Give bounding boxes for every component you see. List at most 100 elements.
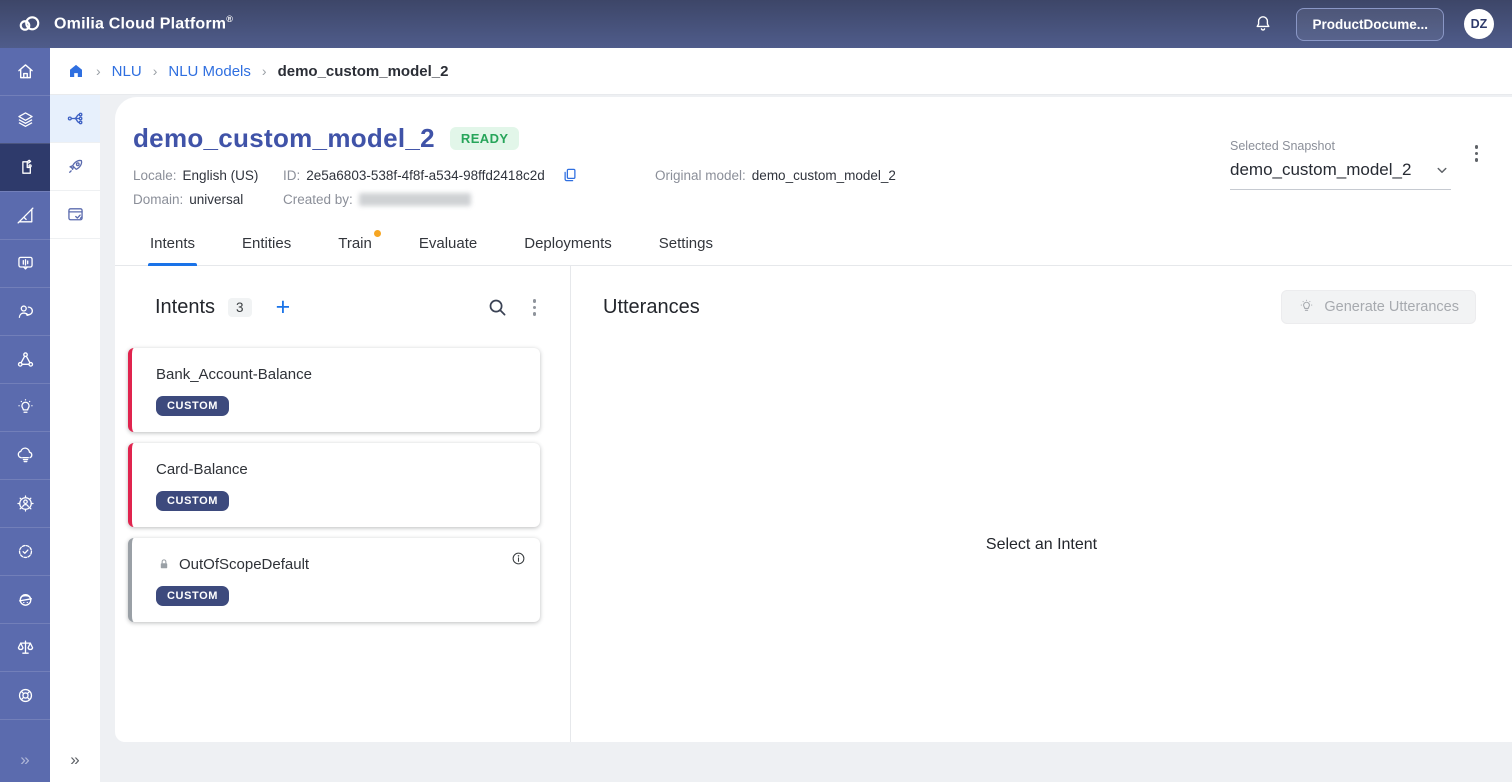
train-notification-dot: [374, 230, 381, 237]
brand-registered-mark: ®: [226, 14, 233, 24]
notifications-bell-icon[interactable]: [1250, 11, 1276, 37]
sidebar-item-announcements[interactable]: [0, 239, 50, 287]
bot-face-icon: [15, 589, 36, 610]
intent-card-card-balance[interactable]: Card-Balance CUSTOM: [128, 443, 540, 527]
lightbulb-icon: [1298, 298, 1315, 315]
intents-panel-title: Intents: [155, 296, 215, 319]
intent-name: Bank_Account-Balance: [156, 366, 312, 383]
tab-intents[interactable]: Intents: [148, 223, 197, 265]
subnav-item-rocket[interactable]: [50, 143, 100, 191]
status-badge-ready: READY: [450, 127, 520, 150]
sidebar-item-support[interactable]: [0, 671, 50, 719]
lightbulb-icon: [15, 397, 36, 418]
intent-type-badge: CUSTOM: [156, 396, 229, 416]
tab-entities[interactable]: Entities: [240, 223, 293, 265]
sidebar-item-admin[interactable]: [0, 479, 50, 527]
model-card: demo_custom_model_2 READY Locale: Englis…: [115, 97, 1512, 742]
intent-card-out-of-scope-default[interactable]: OutOfScopeDefault CUSTOM: [128, 538, 540, 622]
intents-count-badge: 3: [228, 298, 252, 317]
home-icon: [15, 61, 36, 82]
meta-locale: Locale: English (US): [133, 168, 283, 183]
meta-original-model: Original model: demo_custom_model_2: [655, 168, 1230, 183]
sidebar-item-layers[interactable]: [0, 95, 50, 143]
user-avatar[interactable]: DZ: [1464, 9, 1494, 39]
scale-balance-icon: [15, 637, 36, 658]
rocket-icon: [65, 156, 86, 177]
utterances-panel-title: Utterances: [603, 296, 700, 319]
primary-sidebar: »: [0, 48, 50, 782]
sidebar-item-agents[interactable]: [0, 575, 50, 623]
app-root: Omilia Cloud Platform® ProductDocume... …: [0, 0, 1512, 782]
user-sync-icon: [15, 301, 36, 322]
created-by-redacted-value: [359, 193, 471, 206]
set-square-icon: [15, 205, 36, 226]
secondary-sidebar: »: [50, 95, 100, 782]
form-check-icon: [65, 204, 86, 225]
copy-id-icon[interactable]: [561, 166, 579, 184]
meta-domain: Domain: universal: [133, 192, 283, 207]
tab-deployments[interactable]: Deployments: [522, 223, 614, 265]
tree-branch-icon: [65, 108, 86, 129]
snapshot-dropdown[interactable]: demo_custom_model_2: [1230, 160, 1451, 190]
chat-bars-icon: [15, 253, 36, 274]
model-actions-kebab-menu[interactable]: [1471, 139, 1483, 168]
sidebar-item-measure[interactable]: [0, 191, 50, 239]
sidebar-collapse-chevrons-icon[interactable]: »: [0, 738, 50, 782]
omilia-cloud-logo-icon: [14, 11, 44, 37]
tab-settings[interactable]: Settings: [657, 223, 715, 265]
sidebar-item-user-sync[interactable]: [0, 287, 50, 335]
page-title: demo_custom_model_2: [133, 123, 435, 154]
generate-utterances-button[interactable]: Generate Utterances: [1281, 290, 1476, 324]
chevron-right-icon: ›: [153, 63, 158, 79]
nlu-block-icon: [15, 157, 36, 178]
subnav-spacer: [50, 239, 100, 738]
subnav-item-nlu-models[interactable]: [50, 95, 100, 143]
sidebar-item-network[interactable]: [0, 335, 50, 383]
intents-list-kebab-menu[interactable]: [529, 293, 541, 322]
add-intent-button[interactable]: +: [276, 297, 291, 317]
brand-title: Omilia Cloud Platform®: [54, 14, 233, 33]
badge-check-icon: [15, 541, 36, 562]
lock-icon: [156, 556, 172, 572]
sidebar-item-home[interactable]: [0, 48, 50, 95]
network-nodes-icon: [15, 349, 36, 370]
intents-panel: Intents 3 +: [115, 266, 571, 742]
breadcrumb-link-nlu[interactable]: NLU: [112, 63, 142, 80]
info-icon[interactable]: [510, 550, 527, 567]
intent-type-badge: CUSTOM: [156, 491, 229, 511]
breadcrumb-home-icon[interactable]: [67, 62, 85, 80]
subnav-collapse-chevrons-icon[interactable]: »: [50, 738, 100, 782]
sidebar-item-cloud-services[interactable]: [0, 431, 50, 479]
meta-created-by: Created by:: [283, 192, 655, 207]
breadcrumb-current-page: demo_custom_model_2: [278, 63, 449, 80]
utterances-panel: Utterances Generate Utterances Select an…: [571, 266, 1512, 742]
tab-evaluate[interactable]: Evaluate: [417, 223, 479, 265]
page-background-gap: [115, 742, 1512, 782]
sidebar-item-nlu[interactable]: [0, 143, 50, 191]
tab-train[interactable]: Train: [336, 223, 374, 265]
model-header: demo_custom_model_2 READY Locale: Englis…: [115, 97, 1512, 207]
snapshot-label: Selected Snapshot: [1230, 139, 1451, 153]
utterances-panel-header: Utterances Generate Utterances: [603, 290, 1476, 324]
topbar-right-group: ProductDocume... DZ: [1250, 8, 1494, 41]
breadcrumb: › NLU › NLU Models › demo_custom_model_2: [50, 48, 1512, 95]
chevron-right-icon: ›: [96, 63, 101, 79]
chevron-right-icon: ›: [262, 63, 267, 79]
content-area: demo_custom_model_2 READY Locale: Englis…: [100, 95, 1512, 782]
top-bar: Omilia Cloud Platform® ProductDocume... …: [0, 0, 1512, 48]
intent-card-bank-account-balance[interactable]: Bank_Account-Balance CUSTOM: [128, 348, 540, 432]
sidebar-item-insights[interactable]: [0, 383, 50, 431]
intent-name: Card-Balance: [156, 461, 248, 478]
gear-user-icon: [15, 493, 36, 514]
sidebar-item-legal[interactable]: [0, 623, 50, 671]
product-documentation-button[interactable]: ProductDocume...: [1296, 8, 1444, 41]
snapshot-selector: Selected Snapshot demo_custom_model_2: [1230, 139, 1451, 190]
empty-state-text: Select an Intent: [571, 536, 1512, 554]
subnav-item-form-check[interactable]: [50, 191, 100, 239]
model-tabs: Intents Entities Train Evaluate Deployme…: [115, 223, 1512, 266]
intents-list: Bank_Account-Balance CUSTOM Card-Balance: [115, 336, 570, 633]
intents-panel-header: Intents 3 +: [155, 293, 540, 322]
search-icon[interactable]: [486, 296, 509, 319]
breadcrumb-link-nlu-models[interactable]: NLU Models: [168, 63, 251, 80]
sidebar-item-compliance[interactable]: [0, 527, 50, 575]
